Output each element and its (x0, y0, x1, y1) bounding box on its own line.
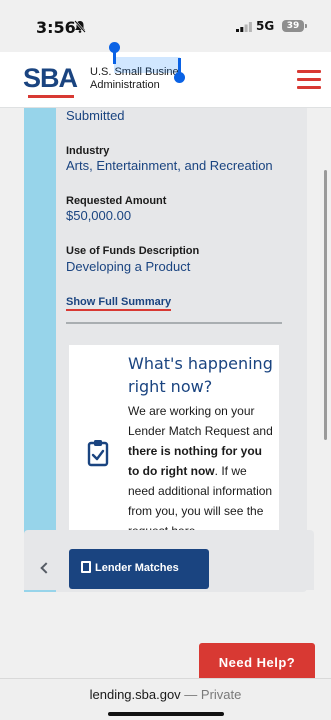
url-separator: — (180, 687, 201, 702)
url-display[interactable]: lending.sba.gov — Private (0, 687, 331, 702)
scrollbar-thumb[interactable] (324, 170, 327, 440)
browser-address-bar[interactable]: lending.sba.gov — Private (0, 678, 331, 720)
page-content: Submitted Industry Arts, Entertainment, … (0, 108, 331, 678)
document-icon (81, 561, 91, 573)
svg-text:SBA: SBA (23, 63, 78, 93)
amount-label: Requested Amount (66, 195, 167, 207)
selection-end-handle[interactable] (174, 58, 185, 83)
lender-matches-card: Lender Matches (24, 530, 314, 590)
industry-value: Arts, Entertainment, and Recreation (66, 158, 273, 173)
info-body-text: We are working on your Lender Match Requ… (128, 404, 273, 438)
chevron-left-icon[interactable] (40, 562, 52, 574)
home-indicator[interactable] (108, 712, 224, 716)
funds-value: Developing a Product (66, 259, 191, 274)
funds-label: Use of Funds Description (66, 245, 200, 257)
agency-name-line2: Administration (90, 79, 160, 91)
site-header: SBA U.S. Small Busine Administration (0, 42, 331, 108)
divider (66, 322, 282, 324)
clipboard-check-icon (87, 440, 109, 467)
amount-value: $50,000.00 (66, 208, 132, 223)
private-mode-label: Private (200, 687, 242, 702)
bell-muted-icon (74, 20, 86, 33)
url-domain: lending.sba.gov (89, 687, 181, 702)
status-value: Submitted (66, 108, 125, 123)
text-selection-highlight (114, 57, 180, 73)
industry-label: Industry (66, 145, 110, 157)
lender-matches-label: Lender Matches (95, 562, 179, 574)
selection-start-handle[interactable] (109, 42, 120, 64)
hamburger-menu-icon[interactable] (297, 70, 321, 90)
signal-icon (236, 22, 252, 32)
status-time: 3:56 (36, 18, 76, 37)
show-full-summary-link[interactable]: Show Full Summary (66, 296, 172, 311)
card-accent-bar (24, 108, 56, 592)
info-body: We are working on your Lender Match Requ… (128, 401, 273, 541)
sba-logo[interactable]: SBA (22, 59, 82, 101)
request-card: Submitted Industry Arts, Entertainment, … (24, 108, 307, 592)
status-bar: 3:56 5G 39 (0, 0, 331, 52)
lender-matches-button[interactable]: Lender Matches (69, 549, 209, 589)
battery-icon: 39 (282, 20, 307, 32)
need-help-button[interactable]: Need Help? (199, 643, 315, 683)
info-title: What's happening right now? (128, 354, 273, 396)
network-label: 5G (256, 19, 275, 33)
